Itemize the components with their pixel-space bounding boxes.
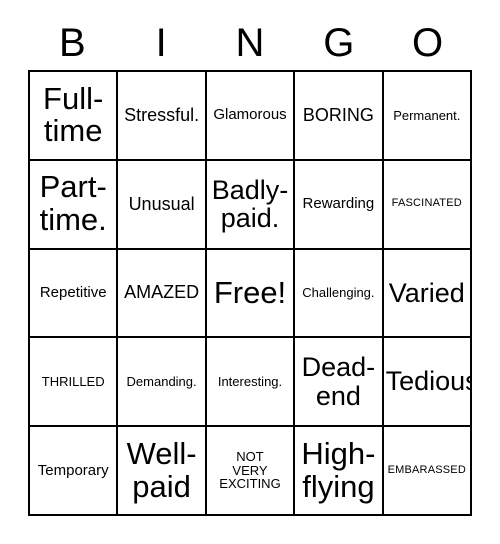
bingo-cell-label: Full- time: [43, 80, 104, 149]
bingo-cell-n2[interactable]: Badly- paid.: [206, 160, 296, 250]
bingo-cell-b4[interactable]: THRILLED: [30, 338, 119, 428]
bingo-cell-label: Part- time.: [39, 169, 107, 238]
bingo-cell-o2[interactable]: FASCINATED: [383, 160, 472, 250]
bingo-cell-label: Challenging.: [302, 285, 375, 301]
bingo-cell-label: Tedious: [385, 366, 472, 397]
bingo-cell-label: Interesting.: [217, 373, 283, 389]
bingo-cell-label: EMBARASSED: [387, 463, 466, 476]
bingo-cell-label: NOT VERY EXCITING: [219, 448, 281, 492]
bingo-cell-label: Free!: [213, 274, 287, 310]
bingo-cell-label: Well- paid: [126, 435, 197, 504]
header-letter-i: I: [155, 21, 167, 65]
bingo-cell-n1[interactable]: Glamorous: [206, 72, 296, 161]
bingo-cell-label: Badly- paid.: [211, 174, 289, 234]
bingo-header: B I N G O: [28, 18, 472, 68]
bingo-cell-b2[interactable]: Part- time.: [30, 160, 119, 250]
bingo-cell-label: FASCINATED: [391, 197, 462, 210]
bingo-cell-label: Rewarding: [302, 195, 375, 213]
bingo-cell-label: Demanding.: [126, 373, 197, 389]
header-letter-n: N: [235, 21, 265, 65]
bingo-cell-label: Dead- end: [301, 352, 376, 411]
header-letter-g: G: [323, 21, 355, 65]
bingo-cell-g2[interactable]: Rewarding: [295, 160, 384, 250]
bingo-cell-i1[interactable]: Stressful.: [118, 72, 207, 161]
bingo-cell-label: Repetitive: [39, 284, 107, 302]
bingo-cell-i5[interactable]: Well- paid: [118, 427, 207, 516]
bingo-cell-g1[interactable]: BORING: [295, 72, 384, 161]
bingo-cell-label: High- flying: [301, 435, 376, 504]
bingo-cell-i4[interactable]: Demanding.: [118, 338, 207, 428]
bingo-cell-label: Stressful.: [124, 104, 200, 125]
bingo-cell-label: Permanent.: [393, 107, 461, 123]
bingo-cell-label: Varied: [388, 277, 465, 308]
bingo-cell-o1[interactable]: Permanent.: [383, 72, 472, 161]
bingo-cell-i2[interactable]: Unusual: [118, 160, 207, 250]
bingo-cell-o5[interactable]: EMBARASSED: [383, 427, 472, 516]
bingo-cell-o3[interactable]: Varied: [383, 249, 472, 339]
bingo-cell-label: AMAZED: [124, 282, 200, 303]
bingo-cell-n3[interactable]: Free!: [206, 249, 296, 339]
bingo-cell-n4[interactable]: Interesting.: [206, 338, 296, 428]
bingo-cell-g5[interactable]: High- flying: [295, 427, 384, 516]
bingo-cell-label: Unusual: [128, 193, 195, 214]
bingo-cell-b5[interactable]: Temporary: [30, 427, 119, 516]
header-letter-b: B: [59, 21, 86, 65]
bingo-cell-label: Glamorous: [213, 106, 287, 124]
bingo-cell-n5[interactable]: NOT VERY EXCITING: [206, 427, 296, 516]
bingo-grid: Full- time Stressful. Glamorous BORING P…: [28, 70, 472, 516]
bingo-cell-label: Temporary: [37, 461, 109, 479]
bingo-cell-b3[interactable]: Repetitive: [30, 249, 119, 339]
bingo-cell-o4[interactable]: Tedious: [383, 338, 472, 428]
bingo-card: B I N G O Full- time Stressful. Glamorou…: [0, 0, 500, 544]
bingo-cell-label: THRILLED: [41, 373, 105, 389]
header-letter-o: O: [412, 21, 444, 65]
bingo-cell-g3[interactable]: Challenging.: [295, 249, 384, 339]
bingo-cell-i3[interactable]: AMAZED: [118, 249, 207, 339]
bingo-cell-g4[interactable]: Dead- end: [295, 338, 384, 428]
bingo-cell-b1[interactable]: Full- time: [30, 72, 119, 161]
bingo-cell-label: BORING: [302, 104, 374, 125]
